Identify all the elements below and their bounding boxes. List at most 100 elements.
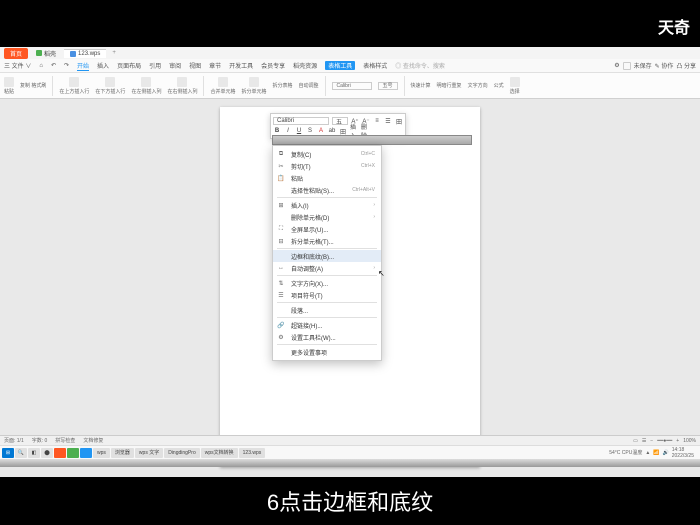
- wifi-icon[interactable]: 📶: [653, 450, 659, 456]
- ctx-copy[interactable]: ⧉复制(C)Ctrl+C: [273, 148, 381, 160]
- insert-row-below[interactable]: 在下方插入行: [95, 77, 125, 95]
- ctx-border-shading[interactable]: 边框和底纹(B)...: [273, 250, 381, 262]
- doc-tab[interactable]: 稻壳: [30, 48, 62, 59]
- auto-fit[interactable]: 自动调整: [299, 82, 319, 89]
- status-page[interactable]: 页面: 1/1: [4, 437, 24, 444]
- menu-review[interactable]: 审阅: [169, 61, 181, 70]
- save-icon[interactable]: ⌂: [39, 63, 43, 69]
- split-table[interactable]: 拆分表格: [273, 82, 293, 89]
- file-tab[interactable]: 123.wps: [64, 49, 106, 58]
- border-icon[interactable]: 田: [339, 127, 347, 135]
- menu-layout[interactable]: 页面布局: [117, 61, 141, 70]
- italic-button[interactable]: I: [284, 127, 292, 135]
- insert-col-right[interactable]: 在右侧插入列: [167, 77, 197, 95]
- menu-insert[interactable]: 插入: [97, 61, 109, 70]
- ctx-more[interactable]: 更多设置事项: [273, 346, 381, 358]
- taskbar-app[interactable]: [54, 448, 66, 458]
- task-view-icon[interactable]: ◧: [28, 448, 40, 458]
- file-menu[interactable]: 三 文件 ∨: [4, 61, 31, 70]
- copy-format-button[interactable]: 复制 格式刷: [20, 82, 46, 89]
- menu-dev[interactable]: 开发工具: [229, 61, 253, 70]
- avatar-icon[interactable]: [623, 62, 631, 70]
- ctx-paste[interactable]: 📋粘贴: [273, 172, 381, 184]
- home-tab[interactable]: 首页: [4, 48, 28, 59]
- quick-calc[interactable]: 快速计算: [411, 82, 431, 89]
- ctx-hyperlink[interactable]: 🔗超链接(H)...: [273, 319, 381, 331]
- tray-icon[interactable]: ▲: [645, 450, 650, 456]
- mini-font[interactable]: Calibri: [273, 117, 329, 125]
- list-icon[interactable]: ☰: [384, 117, 392, 125]
- mini-insert[interactable]: 插入: [350, 127, 358, 135]
- menu-res[interactable]: 稻壳资源: [293, 61, 317, 70]
- view-icon[interactable]: ☰: [642, 438, 646, 444]
- select-tool[interactable]: 选择: [510, 77, 520, 95]
- underline-button[interactable]: U: [295, 127, 303, 135]
- document-area[interactable]: Calibri 五 A⁺ A⁻ ≡ ☰ 田 B I U S A ab 田 插入: [0, 99, 700, 477]
- table-tools-tab[interactable]: 表格工具: [325, 61, 355, 70]
- highlight-button[interactable]: ab: [328, 127, 336, 135]
- taskbar-app[interactable]: [67, 448, 79, 458]
- size-select[interactable]: 五号: [378, 82, 398, 90]
- status-words[interactable]: 字数: 0: [32, 437, 48, 444]
- zoom-out-icon[interactable]: −: [650, 438, 653, 444]
- menu-ref[interactable]: 引用: [149, 61, 161, 70]
- header-repeat[interactable]: 明暗行重复: [437, 82, 462, 89]
- ctx-para[interactable]: 段落...: [273, 304, 381, 316]
- ctx-fullscreen[interactable]: ⛶全屏显示(U)...: [273, 223, 381, 235]
- new-tab-button[interactable]: +: [108, 50, 120, 56]
- table-selection[interactable]: [272, 135, 472, 145]
- font-select[interactable]: Calibri: [332, 82, 372, 90]
- merge-icon[interactable]: 田: [395, 117, 403, 125]
- collab-button[interactable]: ✎ 协作: [655, 61, 674, 70]
- menu-vip[interactable]: 会员专享: [261, 61, 285, 70]
- search-button[interactable]: 🔍: [15, 448, 27, 458]
- ctx-paste-special[interactable]: 选择性粘贴(S)...Ctrl+Alt+V: [273, 184, 381, 196]
- font-color-button[interactable]: A: [317, 127, 325, 135]
- insert-row-above[interactable]: 在上方插入行: [59, 77, 89, 95]
- status-spell[interactable]: 拼写检查: [55, 437, 75, 444]
- ctx-insert[interactable]: ⊞插入(I)›: [273, 199, 381, 211]
- clock[interactable]: 14:182022/3/25: [672, 447, 694, 459]
- align-icon[interactable]: ≡: [373, 117, 381, 125]
- ctx-bullets[interactable]: ☰项目符号(T): [273, 289, 381, 301]
- taskbar-item[interactable]: wps: [93, 448, 110, 458]
- search-box[interactable]: ◎ 查找命令、搜索: [395, 61, 445, 70]
- text-dir[interactable]: 文字方向: [468, 82, 488, 89]
- merge-cells[interactable]: 合并单元格: [210, 77, 235, 95]
- zoom-in-icon[interactable]: +: [676, 438, 679, 444]
- ctx-delete-cell[interactable]: 删除单元格(D)›: [273, 211, 381, 223]
- status-docfix[interactable]: 文档修复: [83, 437, 103, 444]
- ctx-autofit[interactable]: ↔自动调整(A)›: [273, 262, 381, 274]
- menu-start[interactable]: 开始: [77, 61, 89, 71]
- split-cells[interactable]: 拆分单元格: [241, 77, 266, 95]
- taskbar-item[interactable]: wps文档转换: [201, 448, 238, 458]
- taskbar-app[interactable]: [80, 448, 92, 458]
- ctx-cut[interactable]: ✂剪切(T)Ctrl+X: [273, 160, 381, 172]
- menu-view[interactable]: 视图: [189, 61, 201, 70]
- page[interactable]: Calibri 五 A⁺ A⁻ ≡ ☰ 田 B I U S A ab 田 插入: [220, 107, 480, 467]
- taskbar-item[interactable]: 123.wps: [239, 448, 266, 458]
- view-icon[interactable]: ▭: [633, 438, 638, 444]
- volume-icon[interactable]: 🔊: [663, 450, 669, 456]
- taskbar-app[interactable]: ⬤: [41, 448, 53, 458]
- table-style-tab[interactable]: 表格样式: [363, 61, 387, 70]
- insert-col-left[interactable]: 在左侧插入列: [131, 77, 161, 95]
- mini-size[interactable]: 五: [332, 117, 348, 125]
- mini-delete[interactable]: 删除: [361, 127, 369, 135]
- share-button[interactable]: 凸 分享: [676, 61, 696, 70]
- zoom-slider[interactable]: ━━●━━: [657, 438, 672, 444]
- strike-button[interactable]: S: [306, 127, 314, 135]
- ctx-text-dir[interactable]: ⇅文字方向(X)...: [273, 277, 381, 289]
- weather-widget[interactable]: 54°C CPU温度: [609, 449, 642, 456]
- taskbar-item[interactable]: wps 文字: [135, 448, 163, 458]
- settings-icon[interactable]: ⚙: [614, 62, 619, 69]
- menu-chapter[interactable]: 章节: [209, 61, 221, 70]
- ctx-split[interactable]: ⊟拆分单元格(T)...: [273, 235, 381, 247]
- formula[interactable]: 公式: [494, 82, 504, 89]
- redo-icon[interactable]: ↷: [64, 62, 69, 69]
- bold-button[interactable]: B: [273, 127, 281, 135]
- paste-button[interactable]: 粘贴: [4, 77, 14, 95]
- start-button[interactable]: ⊞: [2, 448, 14, 458]
- taskbar-item[interactable]: DingdingPro: [164, 448, 200, 458]
- undo-icon[interactable]: ↶: [51, 62, 56, 69]
